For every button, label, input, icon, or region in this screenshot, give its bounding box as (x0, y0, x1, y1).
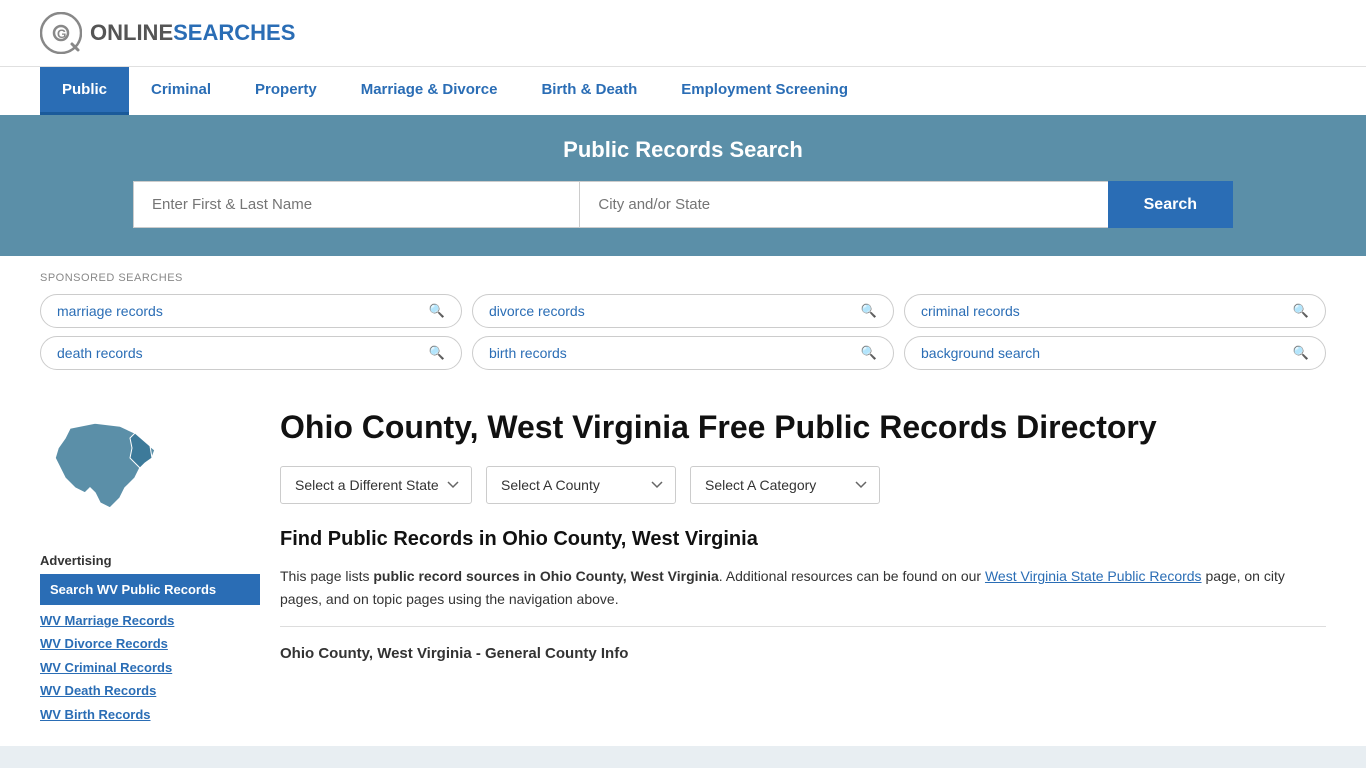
find-desc-start: This page lists (280, 568, 373, 584)
name-input[interactable] (133, 181, 579, 228)
sponsored-item-label: divorce records (489, 303, 585, 319)
sponsored-item-label: birth records (489, 345, 567, 361)
nav-item-employment[interactable]: Employment Screening (659, 67, 870, 115)
search-icon: 🔍 (429, 303, 445, 319)
sidebar-link-criminal[interactable]: WV Criminal Records (40, 656, 260, 679)
main-area: Ohio County, West Virginia Free Public R… (280, 408, 1326, 726)
general-info-title: Ohio County, West Virginia - General Cou… (280, 637, 1326, 662)
logo[interactable]: G ONLINESEARCHES (40, 12, 295, 54)
svg-text:G: G (57, 27, 66, 41)
main-content: SPONSORED SEARCHES marriage records 🔍 di… (0, 256, 1366, 746)
search-form: Search (133, 181, 1233, 228)
search-icon: 🔍 (1293, 303, 1309, 319)
nav-item-birth-death[interactable]: Birth & Death (519, 67, 659, 115)
find-records-title: Find Public Records in Ohio County, West… (280, 528, 1326, 551)
sidebar-link-divorce[interactable]: WV Divorce Records (40, 632, 260, 655)
nav-item-public[interactable]: Public (40, 67, 129, 115)
sidebar: Advertising Search WV Public Records WV … (40, 408, 260, 726)
header: G ONLINESEARCHES (0, 0, 1366, 66)
nav-item-marriage-divorce[interactable]: Marriage & Divorce (339, 67, 520, 115)
county-dropdown[interactable]: Select A County (486, 466, 676, 504)
west-virginia-map (40, 408, 170, 528)
sponsored-grid-row2: death records 🔍 birth records 🔍 backgrou… (40, 336, 1326, 370)
ad-highlight[interactable]: Search WV Public Records (40, 574, 260, 605)
sponsored-item-label: death records (57, 345, 143, 361)
sponsored-item-label: background search (921, 345, 1040, 361)
sponsored-item-label: criminal records (921, 303, 1020, 319)
main-nav: Public Criminal Property Marriage & Divo… (0, 66, 1366, 115)
sponsored-item-death[interactable]: death records 🔍 (40, 336, 462, 370)
search-icon: 🔍 (861, 345, 877, 361)
nav-item-criminal[interactable]: Criminal (129, 67, 233, 115)
advertising-label: Advertising (40, 553, 260, 568)
logo-icon: G (40, 12, 82, 54)
sponsored-item-label: marriage records (57, 303, 163, 319)
wv-records-link[interactable]: West Virginia State Public Records (985, 568, 1202, 584)
search-icon: 🔍 (429, 345, 445, 361)
search-button[interactable]: Search (1108, 181, 1233, 228)
search-banner: Public Records Search Search (0, 115, 1366, 256)
sidebar-link-marriage[interactable]: WV Marriage Records (40, 609, 260, 632)
search-banner-title: Public Records Search (40, 137, 1326, 163)
sponsored-grid-row1: marriage records 🔍 divorce records 🔍 cri… (40, 294, 1326, 328)
sponsored-item-divorce[interactable]: divorce records 🔍 (472, 294, 894, 328)
state-dropdown[interactable]: Select a Different State (280, 466, 472, 504)
sidebar-link-death[interactable]: WV Death Records (40, 679, 260, 702)
nav-item-property[interactable]: Property (233, 67, 339, 115)
sponsored-item-criminal[interactable]: criminal records 🔍 (904, 294, 1326, 328)
sponsored-item-birth[interactable]: birth records 🔍 (472, 336, 894, 370)
sponsored-item-marriage[interactable]: marriage records 🔍 (40, 294, 462, 328)
dropdowns-row: Select a Different State Select A County… (280, 466, 1326, 504)
category-dropdown[interactable]: Select A Category (690, 466, 880, 504)
sponsored-label: SPONSORED SEARCHES (40, 272, 1326, 284)
find-desc-mid: . Additional resources can be found on o… (719, 568, 985, 584)
search-icon: 🔍 (861, 303, 877, 319)
find-desc-bold: public record sources in Ohio County, We… (373, 568, 718, 584)
logo-text: ONLINESEARCHES (90, 20, 295, 46)
sponsored-section: SPONSORED SEARCHES marriage records 🔍 di… (0, 256, 1366, 388)
find-description: This page lists public record sources in… (280, 565, 1326, 610)
city-input[interactable] (579, 181, 1107, 228)
sponsored-item-background[interactable]: background search 🔍 (904, 336, 1326, 370)
page-body: Advertising Search WV Public Records WV … (0, 388, 1366, 746)
wv-map (40, 408, 260, 533)
sidebar-link-birth[interactable]: WV Birth Records (40, 703, 260, 726)
section-divider (280, 626, 1326, 627)
search-icon: 🔍 (1293, 345, 1309, 361)
page-title: Ohio County, West Virginia Free Public R… (280, 408, 1326, 446)
